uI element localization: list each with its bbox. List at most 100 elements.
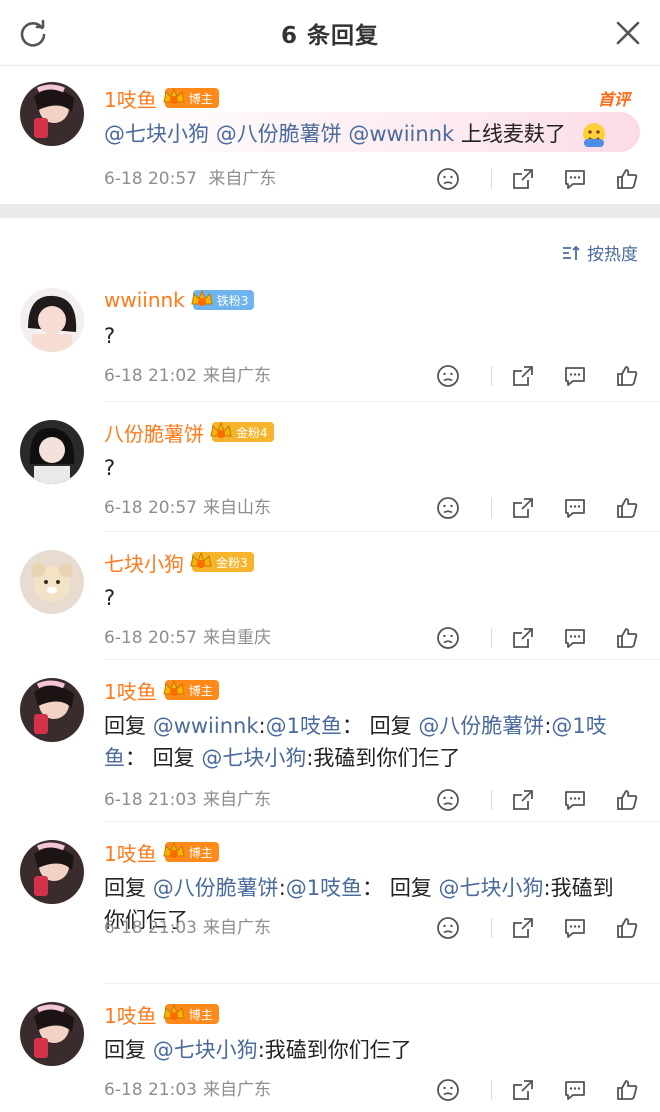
comment-icon[interactable]	[562, 363, 588, 389]
comment-icon[interactable]	[562, 495, 588, 521]
reply-text: 回复	[104, 714, 153, 738]
location: 来自广东	[202, 366, 271, 386]
blogger-badge: 博主	[163, 87, 219, 108]
name-row: wwiinnk 铁粉3	[104, 286, 255, 314]
action-bar	[435, 495, 640, 521]
reply-item: 1吱鱼 博主回复 @wwiinnk:@1吱鱼： 回复 @八份脆薯饼:@1吱鱼： 回…	[0, 660, 660, 822]
action-separator	[491, 366, 492, 386]
share-icon[interactable]	[510, 363, 536, 389]
username[interactable]: wwiinnk	[104, 288, 185, 312]
fan-badge: 博主	[163, 679, 219, 700]
mention-link[interactable]: @wwiinnk	[153, 714, 259, 738]
name-row: 1吱鱼 博主	[104, 838, 219, 866]
sort-button[interactable]: 按热度	[561, 240, 638, 265]
share-icon[interactable]	[510, 915, 536, 941]
mention-link[interactable]: @八份脆薯饼	[418, 714, 544, 738]
dislike-face-icon[interactable]	[435, 166, 461, 192]
like-icon[interactable]	[614, 625, 640, 651]
dislike-face-icon[interactable]	[435, 625, 461, 651]
dislike-face-icon[interactable]	[435, 915, 461, 941]
crown-icon	[210, 421, 232, 438]
mention-link[interactable]: @1吱鱼	[286, 876, 362, 900]
dislike-face-icon[interactable]	[435, 787, 461, 813]
name-row: 八份脆薯饼 金粉4	[104, 418, 274, 446]
username[interactable]: 1吱鱼	[104, 838, 157, 867]
action-separator	[491, 1080, 492, 1100]
mention-link[interactable]: @八份脆薯饼	[216, 122, 342, 146]
reply-text: ： 回复	[125, 746, 202, 770]
username[interactable]: 七块小狗	[104, 548, 184, 577]
comment-icon[interactable]	[562, 787, 588, 813]
like-icon[interactable]	[614, 363, 640, 389]
avatar[interactable]	[20, 420, 84, 484]
location: 来自广东	[202, 1080, 271, 1100]
like-icon[interactable]	[614, 495, 640, 521]
header-bar: 6 条回复	[0, 0, 660, 66]
name-row: 1吱鱼 博主	[104, 84, 219, 112]
sort-icon	[563, 245, 580, 260]
timestamp: 6-18 20:57	[104, 628, 197, 648]
comment-icon[interactable]	[562, 1077, 588, 1103]
avatar[interactable]	[20, 550, 84, 614]
like-icon[interactable]	[614, 915, 640, 941]
avatar[interactable]	[20, 82, 84, 146]
timestamp: 6-18 21:02	[104, 366, 197, 386]
mention-link[interactable]: @七块小狗	[104, 122, 209, 146]
action-bar	[435, 625, 640, 651]
first-comment-tag: 首评	[597, 90, 630, 109]
avatar[interactable]	[20, 840, 84, 904]
reply-content: 回复 @七块小狗:我磕到你们仨了	[104, 1034, 634, 1066]
reply-text: ?	[104, 456, 116, 480]
share-icon[interactable]	[510, 495, 536, 521]
reply-text: :	[258, 714, 266, 738]
section-divider	[0, 204, 660, 218]
mention-link[interactable]: @七块小狗	[439, 876, 544, 900]
action-separator	[491, 918, 492, 938]
avatar[interactable]	[20, 678, 84, 742]
reply-text: ： 回复	[341, 714, 419, 738]
close-icon[interactable]	[614, 19, 642, 47]
share-icon[interactable]	[510, 1077, 536, 1103]
badge-label: 博主	[188, 91, 213, 106]
dislike-face-icon[interactable]	[435, 363, 461, 389]
crown-icon	[190, 551, 212, 568]
fan-badge: 金粉3	[190, 551, 254, 572]
location: 来自山东	[202, 498, 271, 518]
like-icon[interactable]	[614, 787, 640, 813]
comment-icon[interactable]	[562, 625, 588, 651]
dislike-face-icon[interactable]	[435, 1077, 461, 1103]
like-icon[interactable]	[614, 1077, 640, 1103]
reply-item: 1吱鱼 博主回复 @七块小狗:我磕到你们仨了 6-18 21:03 来自广东	[0, 984, 660, 1112]
share-icon[interactable]	[510, 787, 536, 813]
share-icon[interactable]	[510, 166, 536, 192]
reply-content: ?	[104, 320, 634, 352]
mention-link[interactable]: @七块小狗	[201, 746, 306, 770]
username[interactable]: 1吱鱼	[104, 676, 157, 705]
reply-content: ?	[104, 452, 634, 484]
like-icon[interactable]	[614, 166, 640, 192]
reply-meta: 6-18 21:03 来自广东	[104, 1078, 271, 1102]
mention-link[interactable]: @七块小狗	[153, 1038, 258, 1062]
comment-icon[interactable]	[562, 915, 588, 941]
comment-icon[interactable]	[562, 166, 588, 192]
mention-link[interactable]: @八份脆薯饼	[153, 876, 279, 900]
dislike-face-icon[interactable]	[435, 495, 461, 521]
crown-icon	[163, 1003, 185, 1020]
username[interactable]: 1吱鱼	[104, 1000, 157, 1029]
timestamp: 6-18 21:03	[104, 1080, 197, 1100]
badge-label: 博主	[188, 1007, 213, 1022]
username[interactable]: 八份脆薯饼	[104, 418, 204, 447]
mention-link[interactable]: @wwiinnk	[348, 122, 454, 146]
avatar[interactable]	[20, 288, 84, 352]
mention-link[interactable]: @1吱鱼	[266, 714, 342, 738]
reply-meta: 6-18 20:57 来自重庆	[104, 626, 271, 650]
username[interactable]: 1吱鱼	[104, 84, 157, 113]
action-bar	[435, 1077, 640, 1103]
location: 来自广东	[202, 918, 271, 938]
reply-content: 回复 @wwiinnk:@1吱鱼： 回复 @八份脆薯饼:@1吱鱼： 回复 @七块…	[104, 710, 634, 774]
action-separator	[491, 628, 492, 648]
avatar[interactable]	[20, 1002, 84, 1066]
share-icon[interactable]	[510, 625, 536, 651]
location: 来自广东	[202, 790, 271, 810]
reply-text: ?	[104, 324, 116, 348]
